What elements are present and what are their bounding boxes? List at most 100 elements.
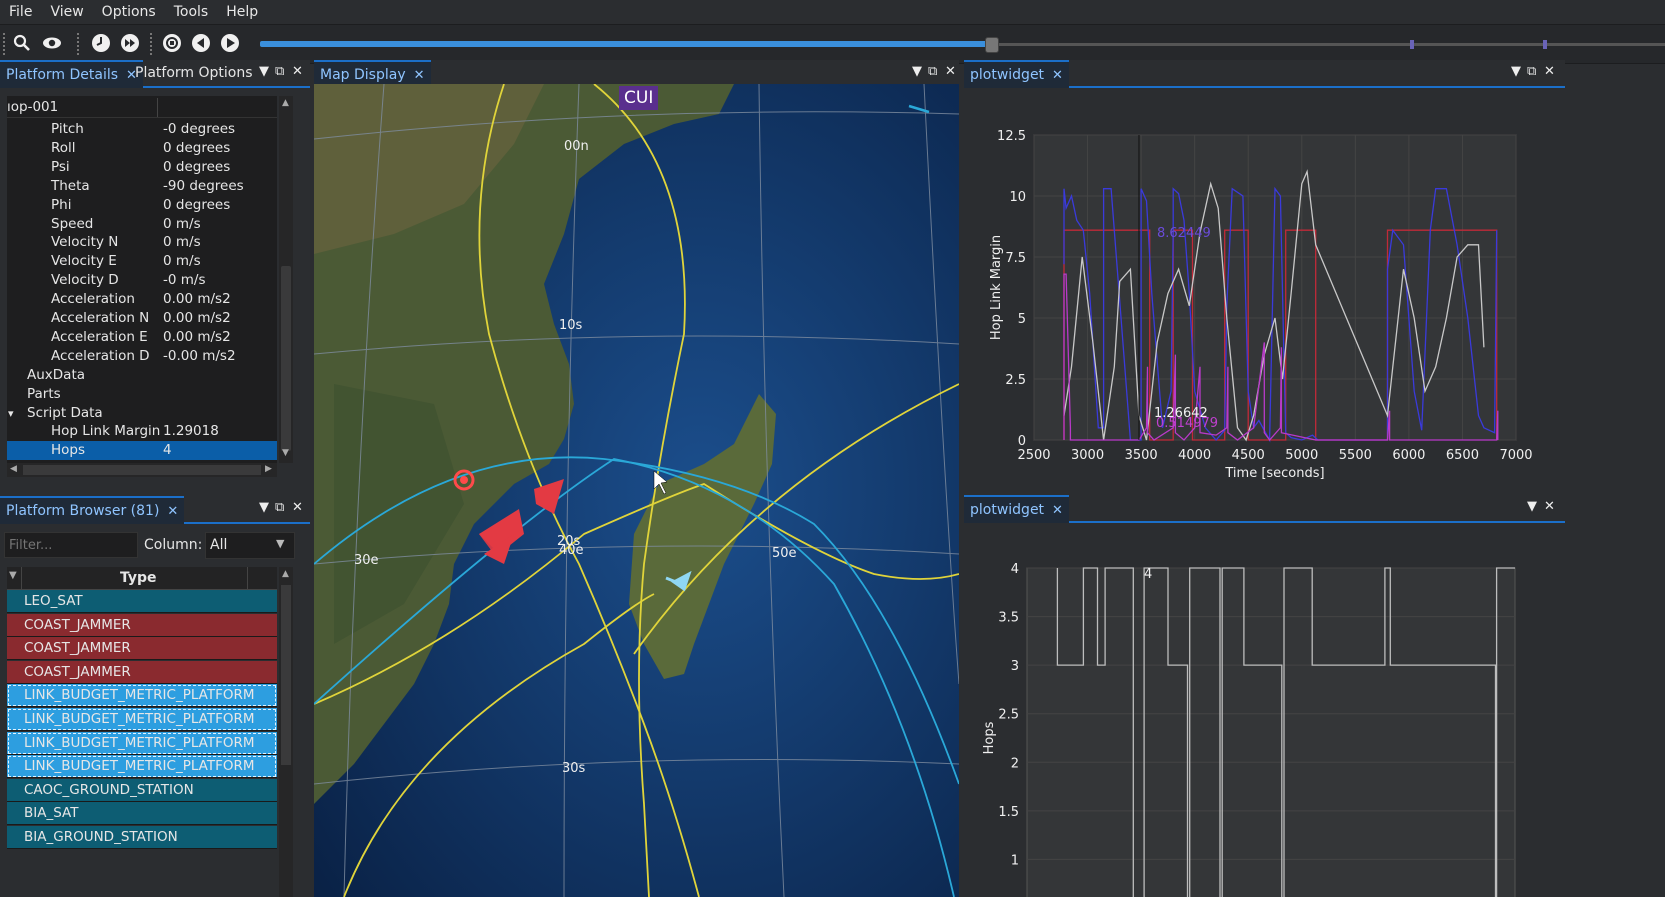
browser-scrollbar[interactable]: ▲ (279, 567, 293, 897)
details-row[interactable]: Velocity N 0 m/s (7, 233, 277, 252)
details-row[interactable]: AuxData (7, 366, 277, 385)
close-icon[interactable]: ✕ (292, 500, 303, 515)
close-icon[interactable]: ✕ (1052, 503, 1063, 518)
eye-icon[interactable] (42, 33, 62, 53)
close-icon[interactable]: ✕ (945, 64, 956, 79)
table-row[interactable]: BIA_GROUND_STATION (7, 826, 277, 849)
step-back-icon[interactable] (191, 33, 211, 53)
hop-link-margin-plot[interactable]: 2500 3000 3500 4000 4500 5000 5500 6000 6500 7000… (964, 88, 1565, 483)
table-row[interactable]: BIA_SAT (7, 802, 277, 826)
type-column-header[interactable]: Type (120, 570, 157, 586)
timeline-handle[interactable] (984, 37, 999, 53)
dropdown-icon[interactable]: ▼ (259, 500, 269, 515)
reset-icon[interactable] (162, 33, 182, 53)
timeline-marker (1543, 40, 1547, 49)
toolbar-grip[interactable] (3, 33, 7, 55)
undock-icon[interactable]: ⧉ (1527, 64, 1536, 79)
details-row[interactable]: Script Data ▾ (7, 404, 277, 423)
y-tick-label: 5 (1018, 312, 1026, 327)
details-row[interactable]: Acceleration N 0.00 m/s2 (7, 309, 277, 328)
table-row[interactable]: LINK_BUDGET_METRIC_PLATFORM (7, 755, 277, 779)
filter-input[interactable] (4, 532, 138, 558)
scroll-left-icon[interactable]: ◀ (10, 464, 17, 474)
fast-forward-icon[interactable] (120, 33, 140, 53)
y-tick-label: 7.5 (1005, 251, 1026, 266)
details-row[interactable]: Phi 0 degrees (7, 196, 277, 215)
details-row[interactable]: Velocity D -0 m/s (7, 271, 277, 290)
table-row[interactable]: LINK_BUDGET_METRIC_PLATFORM (7, 708, 277, 731)
scroll-up-icon[interactable]: ▲ (282, 569, 289, 579)
table-row[interactable]: COAST_JAMMER (7, 613, 277, 637)
scrollbar-thumb[interactable] (23, 465, 261, 475)
details-row[interactable]: Acceleration E 0.00 m/s2 (7, 328, 277, 347)
expand-icon[interactable]: ▾ (8, 404, 14, 423)
details-scrollbar[interactable]: ▲ ▼ (279, 96, 293, 463)
scroll-down-icon[interactable]: ▼ (282, 448, 289, 458)
undock-icon[interactable]: ⧉ (275, 500, 284, 515)
close-icon[interactable]: ✕ (1052, 68, 1063, 83)
details-row[interactable]: Hop Link Margin 1.29018 (7, 422, 277, 441)
table-row[interactable]: COAST_JAMMER (7, 637, 277, 661)
menu-file[interactable]: File (0, 4, 41, 20)
type-cell: LINK_BUDGET_METRIC_PLATFORM (24, 711, 255, 727)
plot-area (1026, 567, 1516, 897)
details-row[interactable]: Theta -90 degrees (7, 177, 277, 196)
x-tick-label: 5500 (1339, 448, 1372, 463)
table-row[interactable]: CAOC_GROUND_STATION (7, 778, 277, 802)
expand-icon[interactable]: ▼ (9, 570, 17, 581)
close-icon[interactable]: ✕ (1544, 64, 1555, 79)
tab-platform-details[interactable]: Platform Details ✕ (0, 60, 143, 88)
hops-plot[interactable]: 0.511.522.533.54Hops4 (964, 523, 1565, 897)
scrollbar-thumb[interactable] (281, 266, 291, 451)
details-hscrollbar[interactable]: ◀ ▶ (7, 463, 277, 477)
undock-icon[interactable]: ⧉ (928, 64, 937, 79)
table-row[interactable]: LINK_BUDGET_METRIC_PLATFORM (7, 731, 277, 755)
table-row[interactable]: COAST_JAMMER (7, 660, 277, 684)
map-canvas[interactable]: 00n 10s 20s 30s 30e 40e 50e CUI (314, 84, 959, 897)
details-tabbar: Platform Details ✕ Platform Options ▼ ⧉ ✕ (0, 60, 310, 88)
scroll-right-icon[interactable]: ▶ (265, 464, 272, 474)
details-row[interactable]: Roll 0 degrees (7, 139, 277, 158)
plot-bottom-tabbar: plotwidget ✕ ▼ ✕ (964, 495, 1565, 523)
tab-plotwidget[interactable]: plotwidget ✕ (964, 495, 1069, 523)
scroll-up-icon[interactable]: ▲ (282, 98, 289, 108)
close-icon[interactable]: ✕ (414, 68, 425, 83)
details-row[interactable]: Acceleration D -0.00 m/s2 (7, 347, 277, 366)
details-row[interactable]: Velocity E 0 m/s (7, 252, 277, 271)
timeline-slider[interactable] (260, 37, 1665, 53)
details-row-value: -0.00 m/s2 (163, 347, 236, 364)
dropdown-icon[interactable]: ▼ (912, 64, 922, 79)
search-icon[interactable] (12, 33, 32, 53)
details-row[interactable]: Hops 4 (7, 441, 277, 461)
target-icon (460, 476, 468, 484)
tab-platform-browser[interactable]: Platform Browser (81) ✕ (0, 496, 185, 524)
play-icon[interactable] (220, 33, 240, 53)
platform-name: ıop-001 (7, 99, 59, 115)
details-row[interactable]: Parts (7, 385, 277, 404)
tab-platform-options[interactable]: Platform Options (129, 60, 259, 86)
close-icon[interactable]: ✕ (167, 504, 178, 519)
clock-icon[interactable] (91, 33, 111, 53)
scrollbar-thumb[interactable] (281, 585, 291, 765)
details-row[interactable]: Acceleration 0.00 m/s2 (7, 290, 277, 309)
dropdown-icon[interactable]: ▼ (259, 64, 269, 79)
details-row[interactable]: Speed 0 m/s (7, 215, 277, 234)
menu-view[interactable]: View (41, 4, 92, 20)
details-row[interactable]: Pitch -0 degrees (7, 120, 277, 139)
menu-tools[interactable]: Tools (165, 4, 218, 20)
browser-header[interactable]: ▼ Type (7, 567, 277, 590)
column-select[interactable]: All ▼ (205, 532, 295, 559)
undock-icon[interactable]: ⧉ (275, 64, 284, 79)
menu-help[interactable]: Help (217, 4, 267, 20)
details-row-label: Psi (51, 158, 70, 175)
dropdown-icon[interactable]: ▼ (1511, 64, 1521, 79)
tab-plotwidget[interactable]: plotwidget ✕ (964, 60, 1069, 88)
details-row[interactable]: Psi 0 degrees (7, 158, 277, 177)
type-cell: CAOC_GROUND_STATION (24, 781, 194, 798)
close-icon[interactable]: ✕ (292, 64, 303, 79)
dropdown-icon[interactable]: ▼ (1527, 499, 1537, 514)
table-row[interactable]: LINK_BUDGET_METRIC_PLATFORM (7, 684, 277, 708)
table-row[interactable]: LEO_SAT (7, 590, 277, 613)
menu-options[interactable]: Options (93, 4, 165, 20)
close-icon[interactable]: ✕ (1544, 499, 1555, 514)
